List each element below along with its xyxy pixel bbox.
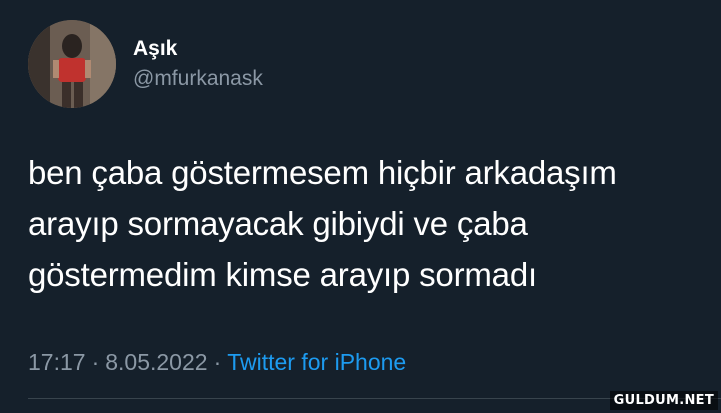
tweet-metadata: 17:17 · 8.05.2022 · Twitter for iPhone (28, 349, 406, 376)
tweet-text: ben çaba göstermesem hiçbir arkadaşım ar… (28, 147, 713, 300)
tweet-card: Aşık @mfurkanask ben çaba göstermesem hi… (0, 0, 721, 413)
tweet-text-line: arayıp sormayacak gibiydi ve çaba (28, 205, 528, 242)
tweet-source-link[interactable]: Twitter for iPhone (227, 349, 406, 375)
display-name[interactable]: Aşık (133, 37, 177, 61)
avatar[interactable] (28, 20, 116, 108)
watermark: GULDUM.NET (609, 391, 718, 410)
tweet-text-line: göstermedim kimse arayıp sormadı (28, 256, 537, 293)
tweet-date[interactable]: 8.05.2022 (105, 349, 207, 375)
username-handle[interactable]: @mfurkanask (133, 67, 263, 91)
avatar-photo (28, 20, 116, 108)
tweet-text-line: ben çaba göstermesem hiçbir arkadaşım (28, 154, 617, 191)
tweet-time[interactable]: 17:17 (28, 349, 86, 375)
meta-separator: · (91, 349, 100, 375)
meta-separator: · (213, 349, 222, 375)
